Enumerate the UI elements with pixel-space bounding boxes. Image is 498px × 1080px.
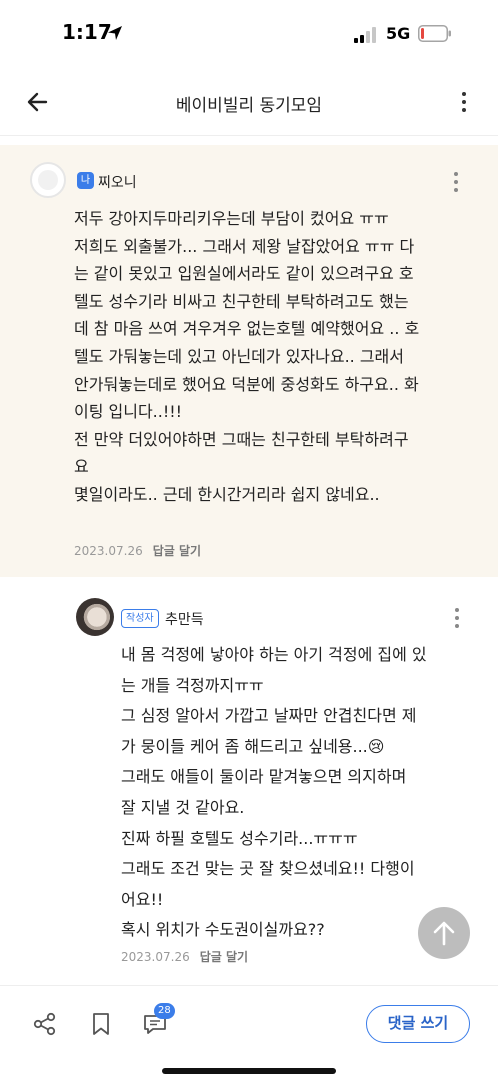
comment-author[interactable]: 찌오니: [98, 172, 137, 192]
comment-text: 저두 강아지두마리키우는데 부담이 컸어요 ㅠㅠ 저희도 외출불가... 그래서…: [74, 205, 474, 509]
signal-icon: [354, 27, 376, 43]
avatar[interactable]: [30, 162, 66, 198]
comment-line: 진짜 하필 호텔도 성수기라...ㅠㅠㅠ: [121, 828, 358, 848]
status-time: 1:17: [62, 20, 112, 44]
comment-line: 저희도 외출불가... 그래서 제왕 날잡았어요 ㅠㅠ 다: [74, 236, 415, 256]
reply-button[interactable]: 답글 달기: [200, 950, 248, 964]
comment-line: 어요!!: [121, 889, 164, 909]
home-indicator: [162, 1068, 336, 1074]
author-badge: 작성자: [121, 609, 159, 628]
more-vertical-icon[interactable]: [450, 168, 462, 194]
bottom-action-bar: 28 댓글 쓰기: [0, 985, 498, 1080]
comment-meta: 2023.07.26 답글 달기: [121, 948, 248, 965]
comment-line: 이팅 입니다..!!!: [74, 402, 183, 422]
me-badge: 나: [77, 172, 94, 189]
write-comment-button[interactable]: 댓글 쓰기: [366, 1005, 470, 1043]
comment-line: 는 개들 걱정까지ㅠㅠ: [121, 675, 264, 695]
comment-line: 잘 지낼 것 같아요.: [121, 797, 245, 817]
comment-date: 2023.07.26: [74, 544, 143, 558]
status-bar: 1:17 5G: [0, 0, 498, 68]
location-arrow-icon: [108, 26, 122, 40]
reply-button[interactable]: 답글 달기: [153, 544, 201, 558]
comment-text: 내 몸 걱정에 낳아야 하는 아기 걱정에 집에 있 는 개들 걱정까지ㅠㅠ 그…: [121, 640, 481, 946]
comment-line: 안가둬놓는데로 했어요 덕분에 중성화도 하구요.. 화: [74, 374, 419, 394]
more-vertical-icon[interactable]: [451, 604, 463, 630]
scroll-to-top-button[interactable]: [418, 907, 470, 959]
comment-count-badge: 28: [154, 1003, 175, 1019]
share-icon[interactable]: [32, 1011, 58, 1037]
comment-line: 저두 강아지두마리키우는데 부담이 컸어요 ㅠㅠ: [74, 209, 389, 228]
comment-line: 데 참 마음 쓰여 겨우겨우 없는호텔 예약했어요 .. 호: [74, 319, 420, 339]
arrow-up-icon: [433, 921, 455, 946]
comment-item: 나 찌오니 저두 강아지두마리키우는데 부담이 컸어요 ㅠㅠ 저희도 외출불가.…: [0, 145, 498, 577]
more-vertical-icon[interactable]: [458, 88, 470, 116]
comment-line: 그래도 애들이 둘이라 맡겨놓으면 의지하며: [121, 767, 407, 787]
comment-line: 요: [74, 457, 89, 477]
comment-line: 텔도 가둬놓는데 있고 아닌데가 있자나요.. 그래서: [74, 346, 405, 366]
app-header: 베이비빌리 동기모임: [0, 68, 498, 136]
network-type: 5G: [386, 24, 411, 43]
comment-line: 텔도 성수기라 비싸고 친구한테 부탁하려고도 했는: [74, 291, 409, 311]
comment-line: 그 심정 알아서 가깝고 날짜만 안겹친다면 제: [121, 706, 417, 726]
avatar[interactable]: [76, 598, 114, 636]
comment-date: 2023.07.26: [121, 950, 190, 964]
comment-line: 내 몸 걱정에 낳아야 하는 아기 걱정에 집에 있: [121, 645, 427, 664]
page-title: 베이비빌리 동기모임: [175, 96, 323, 116]
comment-meta: 2023.07.26 답글 달기: [74, 542, 201, 559]
comment-author[interactable]: 추만득: [165, 609, 204, 629]
comment-line: 전 만약 더있어야하면 그때는 친구한테 부탁하려구: [74, 429, 409, 449]
bookmark-icon[interactable]: [88, 1011, 114, 1037]
comment-line: 가 뭉이들 케어 좀 해드리고 싶네용...😢: [121, 736, 385, 756]
comment-line: 는 같이 못있고 입원실에서라도 같이 있으려구요 호: [74, 264, 414, 284]
comment-line: 그래도 조건 맞는 곳 잘 찾으셨네요!! 다행이: [121, 859, 415, 879]
comment-line: 몇일이라도.. 근데 한시간거리라 쉽지 않네요..: [74, 484, 380, 504]
battery-icon: [418, 25, 451, 42]
